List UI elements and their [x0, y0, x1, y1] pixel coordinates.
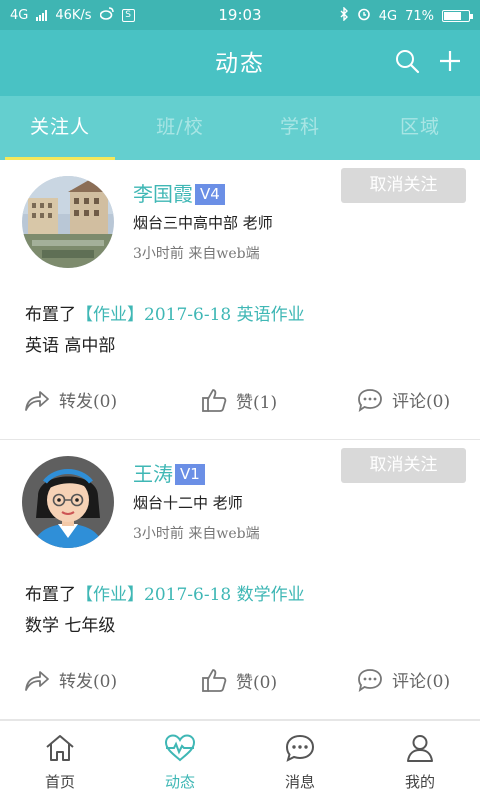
- level-badge: V1: [175, 464, 205, 485]
- plus-icon: [438, 49, 462, 77]
- homework-link[interactable]: 【作业】2017-6-18 英语作业: [76, 305, 305, 325]
- add-button[interactable]: [433, 46, 467, 80]
- search-button[interactable]: [390, 46, 424, 80]
- comment-label: 评论(0): [392, 672, 451, 692]
- comment-button[interactable]: 评论(0): [357, 387, 450, 412]
- user-name-text: 李国霞: [133, 182, 193, 206]
- alarm-icon: [357, 7, 371, 25]
- homework-link[interactable]: 【作业】2017-6-18 数学作业: [76, 585, 305, 605]
- bluetooth-icon: [339, 6, 349, 25]
- avatar[interactable]: [22, 176, 114, 268]
- nav-home-label: 首页: [44, 773, 75, 791]
- user-name[interactable]: 李国霞 V4: [133, 178, 225, 207]
- thumbs-up-icon: [201, 387, 227, 413]
- feed-list: 李国霞 V4 烟台三中高中部 老师 3小时前 来自web端 取消关注 布置了【作业…: [0, 160, 480, 720]
- feed-post: 李国霞 V4 烟台三中高中部 老师 3小时前 来自web端 取消关注 布置了【作业…: [0, 160, 480, 440]
- post-actions: 转发(0) 赞(1) 评论(0): [0, 387, 480, 419]
- comment-label: 评论(0): [392, 392, 451, 412]
- nav-messages-label: 消息: [284, 773, 315, 791]
- user-name[interactable]: 王涛 V1: [133, 458, 205, 487]
- post-meta: 3小时前 来自web端: [133, 246, 260, 262]
- tab-region[interactable]: 区域: [360, 96, 480, 160]
- app-header: 动态: [0, 30, 480, 96]
- nav-profile[interactable]: 我的: [360, 721, 480, 800]
- battery-icon: [442, 10, 473, 22]
- status-right: 4G 71%: [339, 6, 473, 25]
- post-meta: 3小时前 来自web端: [133, 526, 260, 542]
- share-icon: [24, 668, 50, 692]
- feed-post: 王涛 V1 烟台十二中 老师 3小时前 来自web端 取消关注 布置了【作业】20…: [0, 440, 480, 720]
- like-button[interactable]: 赞(1): [201, 387, 277, 413]
- comment-icon: [357, 388, 383, 412]
- comment-button[interactable]: 评论(0): [357, 667, 450, 692]
- nav-home[interactable]: 首页: [0, 721, 120, 800]
- share-label: 转发(0): [59, 672, 118, 692]
- share-button[interactable]: 转发(0): [24, 667, 117, 692]
- level-badge: V4: [195, 184, 225, 205]
- right-network-label: 4G: [378, 8, 398, 24]
- tab-class-school[interactable]: 班/校: [120, 96, 240, 160]
- nav-messages[interactable]: 消息: [240, 721, 360, 800]
- post-subject-grade: 数学 七年级: [25, 616, 116, 636]
- nav-profile-label: 我的: [404, 773, 435, 791]
- like-label: 赞(0): [236, 672, 278, 693]
- thumbs-up-icon: [201, 667, 227, 693]
- search-icon: [394, 48, 420, 78]
- home-icon: [0, 733, 120, 765]
- avatar[interactable]: [22, 456, 114, 548]
- heartbeat-icon: [120, 733, 240, 765]
- status-bar: 4G 46K/s S 19:03 4G 71%: [0, 0, 480, 30]
- tab-following[interactable]: 关注人: [0, 96, 120, 160]
- person-icon: [360, 733, 480, 765]
- share-button[interactable]: 转发(0): [24, 387, 117, 412]
- like-label: 赞(1): [236, 392, 278, 413]
- chat-icon: [240, 733, 360, 765]
- post-content[interactable]: 布置了【作业】2017-6-18 英语作业: [25, 300, 305, 325]
- unfollow-button[interactable]: 取消关注: [341, 168, 466, 203]
- battery-percent: 71%: [405, 8, 434, 24]
- user-organization: 烟台十二中 老师: [133, 494, 243, 512]
- post-content[interactable]: 布置了【作业】2017-6-18 数学作业: [25, 580, 305, 605]
- post-action-text: 布置了: [25, 585, 76, 605]
- unfollow-button[interactable]: 取消关注: [341, 448, 466, 483]
- tab-subject[interactable]: 学科: [240, 96, 360, 160]
- like-button[interactable]: 赞(0): [201, 667, 277, 693]
- post-action-text: 布置了: [25, 305, 76, 325]
- share-label: 转发(0): [59, 392, 118, 412]
- post-subject-grade: 英语 高中部: [25, 336, 116, 356]
- nav-feed[interactable]: 动态: [120, 721, 240, 800]
- user-organization: 烟台三中高中部 老师: [133, 214, 273, 232]
- share-icon: [24, 388, 50, 412]
- user-name-text: 王涛: [133, 462, 173, 486]
- bottom-nav: 首页 动态 消息 我的: [0, 720, 480, 800]
- post-actions: 转发(0) 赞(0) 评论(0): [0, 667, 480, 699]
- nav-feed-label: 动态: [164, 773, 195, 791]
- comment-icon: [357, 668, 383, 692]
- category-tabs: 关注人 班/校 学科 区域: [0, 96, 480, 160]
